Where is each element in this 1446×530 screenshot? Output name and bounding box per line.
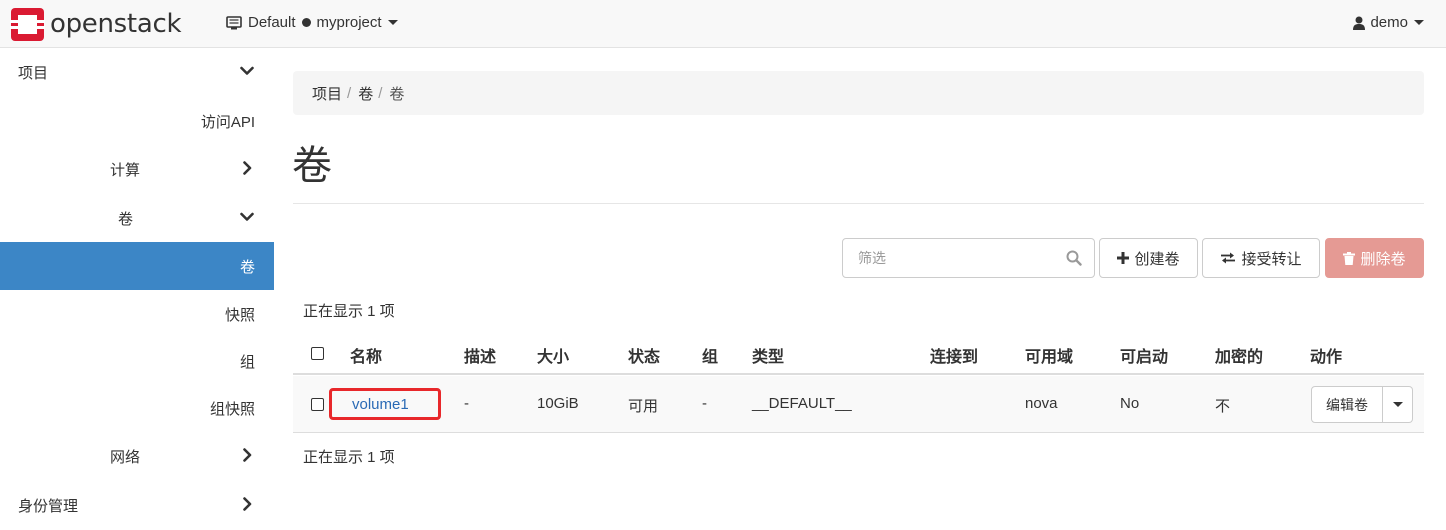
delete-volumes-button[interactable]: 删除卷 — [1325, 238, 1424, 278]
breadcrumb-current: 卷 — [389, 85, 405, 103]
column-header-actions: 动作 — [1310, 349, 1343, 366]
breadcrumb: 项目 / 卷 / 卷 — [293, 71, 1424, 115]
top-navbar: openstack Default myproject demo — [0, 0, 1446, 48]
accept-transfer-button[interactable]: 接受转让 — [1202, 238, 1320, 278]
column-header-attached-to[interactable]: 连接到 — [930, 343, 978, 367]
trash-icon — [1343, 251, 1356, 265]
user-icon — [1353, 16, 1366, 30]
sidebar: 项目 访问API 计算 卷 卷 快照 组 组快照 网络 身份管理 — [0, 48, 274, 530]
brand-name: openstack — [50, 9, 182, 39]
column-header-name[interactable]: 名称 — [350, 343, 382, 367]
create-volume-label: 创建卷 — [1134, 250, 1180, 268]
plus-icon — [1117, 252, 1130, 264]
breadcrumb-item[interactable]: 卷 — [358, 83, 373, 104]
table-row: volume1 - 10GiB 可用 - __DEFAULT__ nova No… — [293, 376, 1424, 433]
cell-encrypted: 不 — [1215, 398, 1231, 415]
openstack-logo[interactable]: openstack — [10, 7, 182, 41]
sidebar-item-access-api[interactable]: 访问API — [0, 97, 274, 145]
chevron-down-icon — [240, 212, 254, 221]
breadcrumb-separator: / — [347, 84, 352, 102]
cell-bootable: No — [1120, 395, 1140, 412]
cell-status: 可用 — [628, 398, 659, 415]
column-header-availability-zone[interactable]: 可用域 — [1025, 343, 1073, 367]
column-header-type[interactable]: 类型 — [752, 343, 784, 367]
cell-group: - — [702, 395, 707, 412]
divider — [293, 203, 1424, 204]
sidebar-item-identity[interactable]: 身份管理 — [0, 481, 274, 529]
accept-transfer-label: 接受转让 — [1241, 250, 1302, 268]
sidebar-item-label: 身份管理 — [18, 497, 79, 515]
sidebar-item-label: 计算 — [110, 161, 141, 179]
user-menu[interactable]: demo — [1353, 14, 1424, 31]
column-header-encrypted[interactable]: 加密的 — [1215, 343, 1263, 367]
delete-volumes-label: 删除卷 — [1360, 250, 1406, 268]
sidebar-item-volumes-group[interactable]: 卷 — [0, 194, 274, 242]
sidebar-item-label: 组快照 — [209, 400, 255, 418]
column-header-status[interactable]: 状态 — [628, 343, 660, 367]
sidebar-item-label: 卷 — [239, 258, 255, 276]
project-selector[interactable]: Default myproject — [226, 14, 398, 31]
column-header-size[interactable]: 大小 — [537, 343, 569, 367]
cell-availability-zone: nova — [1025, 395, 1058, 412]
chevron-right-icon — [243, 448, 252, 462]
project-name: myproject — [316, 14, 382, 31]
chevron-right-icon — [243, 161, 252, 175]
cell-size: 10GiB — [537, 395, 579, 412]
row-actions-dropdown-toggle[interactable] — [1383, 386, 1413, 423]
filter-input[interactable] — [843, 239, 1063, 277]
row-checkbox[interactable] — [311, 398, 324, 411]
caret-down-icon — [1392, 402, 1403, 407]
volume-name-link[interactable]: volume1 — [329, 388, 441, 420]
edit-volume-button[interactable]: 编辑卷 — [1311, 386, 1383, 423]
breadcrumb-item[interactable]: 项目 — [312, 83, 342, 104]
sidebar-item-snapshots[interactable]: 快照 — [0, 290, 274, 338]
filter-box — [842, 238, 1095, 278]
breadcrumb-separator: / — [378, 84, 383, 102]
sidebar-item-project[interactable]: 项目 — [0, 48, 274, 96]
sidebar-item-volumes[interactable]: 卷 — [0, 242, 274, 290]
table-header: 名称 描述 大小 状态 组 类型 连接到 可用域 可启动 加密的 动作 — [293, 328, 1424, 375]
caret-down-icon — [1414, 20, 1424, 25]
row-actions: 编辑卷 — [1311, 386, 1413, 423]
sidebar-item-label: 访问API — [200, 113, 255, 131]
project-domain: Default — [248, 14, 296, 31]
sidebar-item-label: 组 — [239, 353, 255, 371]
cell-description: - — [464, 395, 469, 412]
user-name: demo — [1370, 14, 1408, 31]
dot-icon — [301, 18, 311, 27]
column-header-group[interactable]: 组 — [702, 343, 718, 367]
sidebar-item-label: 项目 — [18, 64, 49, 82]
select-all-checkbox[interactable] — [311, 347, 324, 360]
chevron-right-icon — [243, 497, 252, 511]
cell-type: __DEFAULT__ — [752, 395, 852, 412]
chevron-down-icon — [240, 66, 254, 75]
column-header-description[interactable]: 描述 — [464, 343, 496, 367]
item-count-bottom: 正在显示 1 项 — [303, 449, 395, 466]
page-title: 卷 — [292, 144, 332, 188]
openstack-logo-icon — [10, 7, 45, 41]
sidebar-item-group-snapshots[interactable]: 组快照 — [0, 384, 274, 432]
sidebar-item-label: 卷 — [118, 210, 134, 228]
caret-down-icon — [387, 20, 398, 25]
sidebar-item-label: 快照 — [224, 306, 255, 324]
create-volume-button[interactable]: 创建卷 — [1099, 238, 1198, 278]
sidebar-item-label: 网络 — [110, 448, 141, 466]
sidebar-item-compute[interactable]: 计算 — [0, 145, 274, 193]
desktop-icon — [226, 15, 242, 29]
search-icon[interactable] — [1066, 250, 1082, 266]
sidebar-item-network[interactable]: 网络 — [0, 432, 274, 480]
sidebar-item-groups[interactable]: 组 — [0, 337, 274, 385]
column-header-bootable[interactable]: 可启动 — [1120, 343, 1168, 367]
exchange-icon — [1221, 252, 1236, 264]
item-count-top: 正在显示 1 项 — [303, 303, 395, 320]
